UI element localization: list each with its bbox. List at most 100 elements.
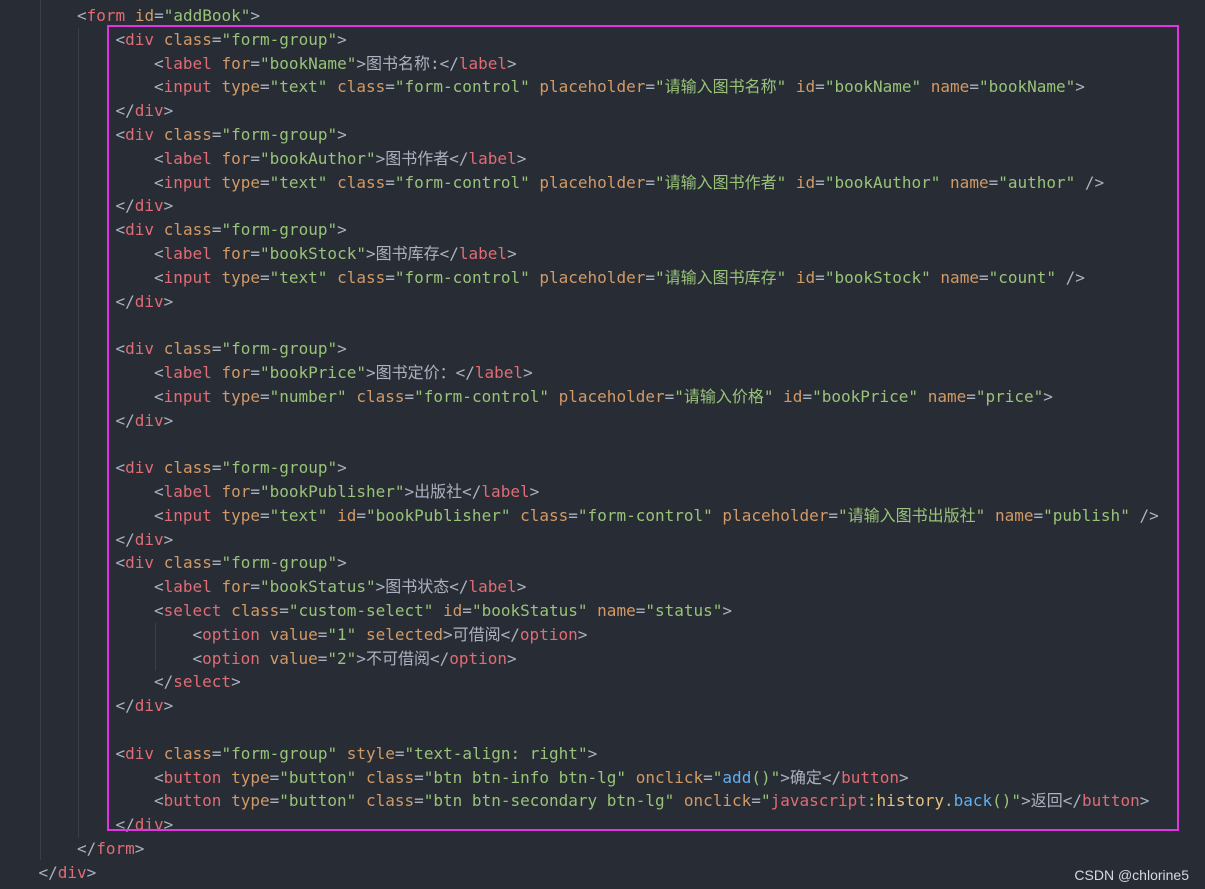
code-line[interactable]: </div> [0,528,1205,552]
code-token-tag: form [86,6,126,25]
code-token-str: " [760,791,771,811]
code-line[interactable]: <button type="button" class="btn btn-sec… [0,789,1205,813]
code-token-attr: class [337,267,386,287]
code-token-punct: > [1021,791,1031,811]
code-line[interactable]: </select> [0,670,1205,694]
code-token-attr: onclick [683,791,752,811]
code-line[interactable]: <label for="bookPrice">图书定价：</label> [0,361,1205,385]
code-token-str: "addBook" [163,6,251,25]
code-editor[interactable]: <form id="addBook"> <div class="form-grou… [0,0,1205,889]
code-token-str: "form-group" [221,553,338,573]
code-token-text: 出版社 [414,481,463,501]
code-line[interactable]: </div> [0,99,1205,123]
code-line[interactable]: <div class="form-group"> [0,337,1205,361]
code-token-tag: option [202,648,260,668]
code-line[interactable]: <input type="text" class="form-control" … [0,75,1205,99]
code-token-punct: = [279,600,289,620]
code-line[interactable]: <div class="form-group"> [0,456,1205,480]
code-token-str: "number" [269,386,347,406]
code-line[interactable]: </div> [0,861,1205,885]
code-line[interactable]: <div class="form-group"> [0,123,1205,147]
code-token-str: "text-align: right" [404,743,588,763]
code-token-str: "bookStock" [260,243,366,263]
code-token-text: 图书作者 [385,148,450,168]
code-token-tag: input [163,505,212,525]
code-line[interactable]: <input type="number" class="form-control… [0,385,1205,409]
code-line[interactable]: <input type="text" class="form-control" … [0,266,1205,290]
code-line[interactable]: </div> [0,290,1205,314]
code-line[interactable]: <div class="form-group" style="text-alig… [0,742,1205,766]
code-line[interactable]: <input type="text" id="bookPublisher" cl… [0,504,1205,528]
code-token-punct: </ [449,148,469,168]
code-token-punct: = [645,172,655,192]
code-token-tag: form [96,838,135,858]
code-token-tag: input [163,386,212,406]
code-token-punct: /> [1084,172,1105,192]
code-token-punct: = [815,172,825,192]
code-token-tag: div [125,743,155,763]
code-token-punct: = [250,481,260,501]
code-token-attr: for [221,148,251,168]
code-line[interactable]: <div class="form-group"> [0,28,1205,52]
code-line[interactable] [0,313,1205,337]
code-line[interactable]: </div> [0,813,1205,837]
code-line[interactable]: <input type="text" class="form-control" … [0,171,1205,195]
code-line[interactable]: <label for="bookStatus">图书状态</label> [0,575,1205,599]
code-line[interactable]: <form id="addBook"> [0,4,1205,28]
code-token-punct: = [259,386,270,406]
code-token-tag: label [481,481,530,501]
code-line[interactable]: <select class="custom-select" id="bookSt… [0,599,1205,623]
code-line[interactable]: </div> [0,694,1205,718]
code-token-str: "form-group" [221,743,338,763]
code-token-punct: = [211,339,222,359]
code-token-attr: name [597,600,636,620]
code-token-punct: = [828,505,839,525]
code-token-punct: > [86,862,97,882]
code-lines[interactable]: <form id="addBook"> <div class="form-grou… [0,4,1205,884]
code-line[interactable]: <label for="bookPublisher">出版社</label> [0,480,1205,504]
code-token-attr: for [221,577,251,597]
code-line[interactable]: </div> [0,194,1205,218]
code-line[interactable] [0,432,1205,456]
code-line[interactable] [0,718,1205,742]
code-token-punct: < [154,481,164,501]
code-token-str: "custom-select" [288,600,434,620]
code-token-punct: > [365,362,376,382]
code-token-tag: input [163,77,212,97]
code-token-punct: > [507,648,517,668]
code-line[interactable]: </form> [0,837,1205,861]
code-line[interactable]: <label for="bookStock">图书库存</label> [0,242,1205,266]
code-token-punct: = [635,600,646,620]
code-token-attr: type [221,172,260,192]
code-token-punct: > [337,553,347,573]
code-line[interactable]: <div class="form-group"> [0,218,1205,242]
code-token-punct: > [163,815,174,835]
code-line[interactable]: <option value="1" selected>可借阅</option> [0,623,1205,647]
code-token-attr: class [163,29,212,49]
code-token-punct: > [529,481,540,501]
code-line[interactable]: <label for="bookName">图书名称:</label> [0,52,1205,76]
code-token-punct: </ [455,362,475,382]
code-token-punct: = [802,386,813,406]
code-token-str: "text" [269,505,328,525]
code-token-fn: back [953,791,993,811]
code-token-punct: </ [439,53,459,73]
code-line[interactable]: <option value="2">不可借阅</option> [0,647,1205,671]
code-token-punct: = [317,648,328,668]
code-line[interactable]: <button type="button" class="btn btn-inf… [0,766,1205,790]
code-token-punct: < [115,553,126,573]
code-line[interactable]: <div class="form-group"> [0,551,1205,575]
code-token-punct: = [250,362,260,382]
code-line[interactable]: </div> [0,409,1205,433]
code-line[interactable]: <label for="bookAuthor">图书作者</label> [0,147,1205,171]
